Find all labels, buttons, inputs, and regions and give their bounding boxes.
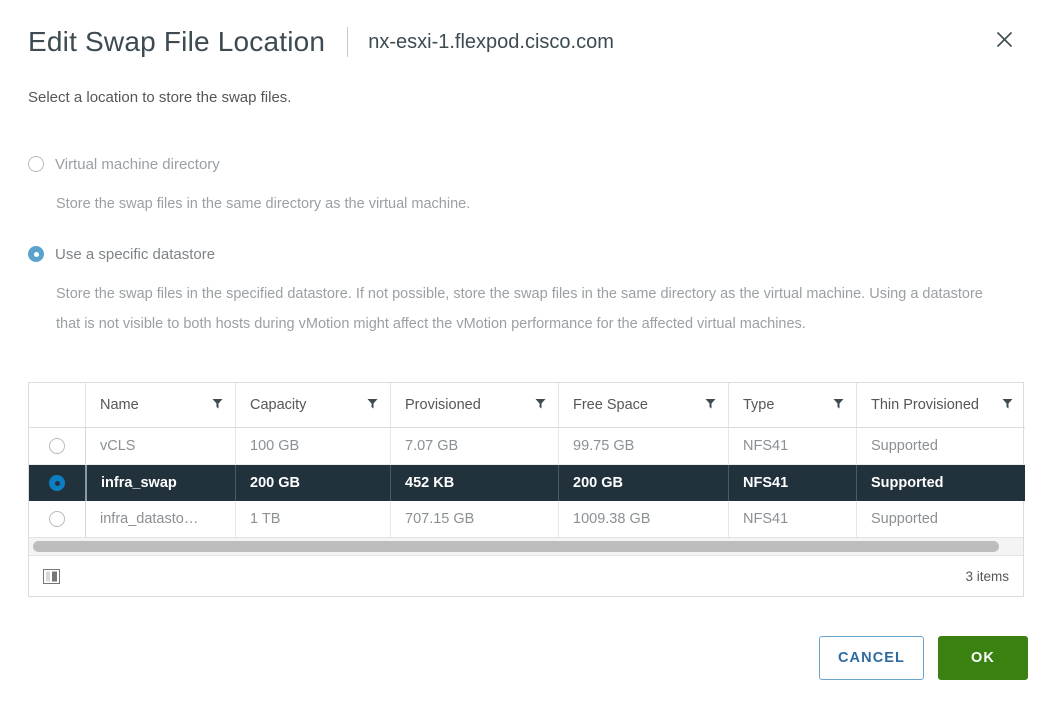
filter-icon-name[interactable] [212, 397, 223, 413]
cell-capacity: 1 TB [235, 501, 390, 537]
option-vm-directory-description: Store the swap files in the same directo… [56, 189, 1008, 219]
column-header-free-space-label: Free Space [573, 397, 648, 413]
filter-icon-thin-provisioned[interactable] [1002, 397, 1013, 413]
option-specific-datastore-description: Store the swap files in the specified da… [56, 279, 1008, 339]
column-header-capacity-label: Capacity [250, 397, 306, 413]
cell-free-space: 1009.38 GB [558, 501, 728, 537]
filter-icon-type[interactable] [833, 397, 844, 413]
cell-name: infra_datasto… [85, 501, 235, 537]
edit-swap-file-location-dialog: Edit Swap File Location nx-esxi-1.flexpo… [0, 0, 1053, 709]
dialog-header: Edit Swap File Location nx-esxi-1.flexpo… [28, 22, 1033, 62]
horizontal-scrollbar[interactable] [29, 537, 1023, 555]
option-vm-directory: Virtual machine directory Store the swap… [28, 152, 1025, 219]
close-button[interactable] [989, 27, 1019, 57]
radio-specific-datastore[interactable] [28, 246, 44, 262]
filter-icon-provisioned[interactable] [535, 397, 546, 413]
column-header-provisioned-label: Provisioned [405, 397, 481, 413]
cell-type: NFS41 [728, 428, 856, 465]
column-header-type[interactable]: Type [728, 383, 856, 428]
cell-capacity: 100 GB [235, 428, 390, 465]
column-header-name[interactable]: Name [85, 383, 235, 428]
option-specific-datastore: Use a specific datastore Store the swap … [28, 242, 1025, 339]
table-row[interactable]: infra_swap 200 GB 452 KB 200 GB NFS41 [29, 465, 1025, 502]
close-icon [996, 31, 1013, 53]
cell-free-space: 200 GB [558, 465, 728, 502]
row-select-cell[interactable] [29, 428, 85, 465]
cell-provisioned: 707.15 GB [390, 501, 558, 537]
datastore-table: Name Capacity [28, 382, 1024, 597]
cell-provisioned: 452 KB [390, 465, 558, 502]
cell-provisioned: 7.07 GB [390, 428, 558, 465]
cell-thin-provisioned: Supported [856, 501, 1025, 537]
column-header-capacity[interactable]: Capacity [235, 383, 390, 428]
cell-thin-provisioned: Supported [856, 428, 1025, 465]
column-header-type-label: Type [743, 397, 774, 413]
option-vm-directory-row[interactable]: Virtual machine directory [28, 152, 1025, 176]
row-select-cell[interactable] [29, 465, 85, 502]
column-header-select [29, 383, 85, 428]
row-radio-vcls[interactable] [49, 438, 65, 454]
cell-thin-provisioned: Supported [856, 465, 1025, 502]
row-radio-infra-datastore[interactable] [49, 511, 65, 527]
dialog-actions: CANCEL OK [819, 636, 1028, 680]
filter-icon-free-space[interactable] [705, 397, 716, 413]
option-specific-datastore-label[interactable]: Use a specific datastore [55, 246, 215, 263]
option-vm-directory-label[interactable]: Virtual machine directory [55, 156, 220, 173]
table-footer: 3 items [29, 555, 1023, 596]
instruction-text: Select a location to store the swap file… [28, 89, 291, 106]
cancel-button[interactable]: CANCEL [819, 636, 924, 680]
row-radio-infra-swap[interactable] [49, 475, 65, 491]
option-specific-datastore-row[interactable]: Use a specific datastore [28, 242, 1025, 266]
table-row[interactable]: infra_datasto… 1 TB 707.15 GB 1009.38 GB… [29, 501, 1025, 537]
cell-type: NFS41 [728, 501, 856, 537]
radio-vm-directory[interactable] [28, 156, 44, 172]
cell-free-space: 99.75 GB [558, 428, 728, 465]
ok-button[interactable]: OK [938, 636, 1028, 680]
host-name-subtitle: nx-esxi-1.flexpod.cisco.com [368, 31, 614, 54]
row-select-cell[interactable] [29, 501, 85, 537]
table-header-row: Name Capacity [29, 383, 1025, 428]
scrollbar-thumb[interactable] [33, 541, 999, 552]
page-title: Edit Swap File Location [28, 26, 325, 58]
table-row[interactable]: vCLS 100 GB 7.07 GB 99.75 GB NFS41 [29, 428, 1025, 465]
items-count-label: 3 items [965, 569, 1009, 584]
column-header-thin-provisioned[interactable]: Thin Provisioned [856, 383, 1025, 428]
cell-capacity: 200 GB [235, 465, 390, 502]
column-header-thin-provisioned-label: Thin Provisioned [871, 397, 979, 413]
columns-icon[interactable] [43, 569, 60, 584]
column-header-free-space[interactable]: Free Space [558, 383, 728, 428]
cell-name: vCLS [85, 428, 235, 465]
column-header-provisioned[interactable]: Provisioned [390, 383, 558, 428]
title-divider [347, 27, 348, 57]
column-header-name-label: Name [100, 397, 139, 413]
filter-icon-capacity[interactable] [367, 397, 378, 413]
cell-type: NFS41 [728, 465, 856, 502]
swap-location-options: Virtual machine directory Store the swap… [28, 152, 1025, 339]
cell-name: infra_swap [85, 465, 235, 502]
